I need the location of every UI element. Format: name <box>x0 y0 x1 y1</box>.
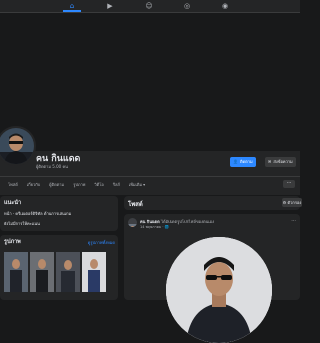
post-profile-image[interactable] <box>166 237 272 343</box>
tab-videos[interactable]: วิดีโอ <box>94 180 103 190</box>
post-options-icon[interactable]: ··· <box>291 218 296 224</box>
tab-about[interactable]: เกี่ยวกับ <box>27 180 40 190</box>
gaming-icon[interactable]: ◉ <box>221 2 229 10</box>
groups-icon[interactable]: ◎ <box>183 2 191 10</box>
active-tab-indicator <box>63 10 81 12</box>
photos-card: รูปภาพ ดูรูปภาพทั้งหมด <box>0 235 118 300</box>
photos-title: รูปภาพ <box>4 239 21 245</box>
filter-label: ตัวกรอง <box>287 200 302 205</box>
person-photo-icon <box>166 237 272 343</box>
filter-button[interactable]: ⚙ ตัวกรอง <box>282 198 302 207</box>
message-button[interactable]: ✉ ส่งข้อความ <box>265 157 296 167</box>
intro-title: แนะนำ <box>4 200 22 206</box>
more-options-button[interactable]: ··· <box>283 180 295 188</box>
message-label: ส่งข้อความ <box>273 159 293 164</box>
person-photo-icon <box>0 128 34 164</box>
posts-header-card: โพสต์ ⚙ ตัวกรอง <box>124 196 302 210</box>
person-photo-icon <box>30 252 54 292</box>
person-photo-icon <box>56 252 80 292</box>
tab-more-label: เพิ่มเติม <box>128 182 143 187</box>
post-card: คน กินแดด ได้อัปเดตรูปโปรไฟล์ของตนเอง 14… <box>124 214 300 343</box>
post-timestamp[interactable]: 14 พฤษภาคม · 🌐 <box>140 224 169 230</box>
watch-icon[interactable]: ▶ <box>106 2 114 10</box>
followers-count[interactable]: ผู้ติดตาม 5.00 คน <box>36 163 68 170</box>
follow-icon: 👤 <box>233 159 238 164</box>
right-column: โพสต์ ⚙ ตัวกรอง คน กินแดด ได้อัปเดตรูปโป… <box>124 196 302 343</box>
divider <box>0 176 300 177</box>
person-photo-icon <box>82 252 106 292</box>
tab-posts[interactable]: โพสต์ <box>8 180 18 190</box>
intro-card: แนะนำ หน้า · ครีเอเตอร์ดิจิทัล ด้านการเล… <box>0 196 118 231</box>
top-navigation-bar: ⌂ ▶ ☺ ◎ ◉ <box>0 0 300 13</box>
photo-thumbnail[interactable] <box>56 252 80 292</box>
tab-reels[interactable]: รีลส์ <box>113 180 120 190</box>
posts-title: โพสต์ <box>128 201 143 208</box>
friends-icon[interactable]: ☺ <box>145 2 153 10</box>
follow-label: ติดตาม <box>239 159 253 164</box>
home-icon[interactable]: ⌂ <box>68 2 76 10</box>
intro-category: หน้า · ครีเอเตอร์ดิจิทัล ด้านการเล่นเกม <box>4 211 72 216</box>
photo-thumbnail[interactable] <box>30 252 54 292</box>
see-all-photos-link[interactable]: ดูรูปภาพทั้งหมด <box>88 239 115 246</box>
intro-rating: ยังไม่มีการให้คะแนน <box>4 221 40 226</box>
profile-tabs: โพสต์ เกี่ยวกับ ผู้ติดตาม รูปภาพ วิดีโอ … <box>0 180 154 190</box>
tab-photos[interactable]: รูปภาพ <box>73 180 85 190</box>
person-photo-icon <box>128 224 137 227</box>
filter-icon: ⚙ <box>282 200 287 205</box>
cover-photo[interactable] <box>0 13 300 151</box>
follow-button[interactable]: 👤 ติดตาม <box>230 157 256 167</box>
tab-more[interactable]: เพิ่มเติม ▾ <box>129 180 145 190</box>
photo-thumbnail[interactable] <box>4 252 28 292</box>
left-column: แนะนำ หน้า · ครีเอเตอร์ดิจิทัล ด้านการเล… <box>0 196 118 300</box>
messenger-icon: ✉ <box>268 159 272 164</box>
chevron-down-icon: ▾ <box>143 182 146 187</box>
photo-thumbnail[interactable] <box>82 252 106 292</box>
person-photo-icon <box>4 252 28 292</box>
post-author-avatar[interactable] <box>128 218 137 227</box>
tab-followers[interactable]: ผู้ติดตาม <box>49 180 64 190</box>
